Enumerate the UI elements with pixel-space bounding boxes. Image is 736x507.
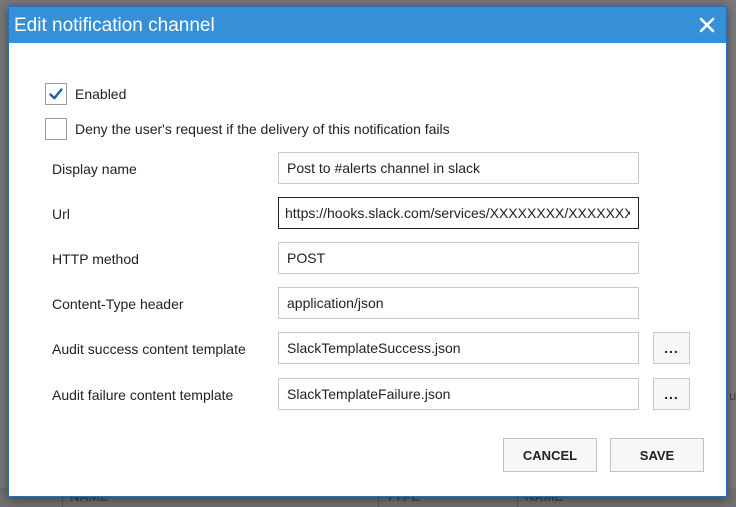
failure-template-label: Audit failure content template [52, 387, 234, 403]
dialog-titlebar: Edit notification channel [9, 7, 726, 43]
checkmark-icon [49, 88, 63, 100]
deny-checkbox-row[interactable]: Deny the user's request if the delivery … [45, 118, 450, 140]
enabled-checkbox[interactable] [45, 83, 67, 105]
url-label: Url [52, 206, 70, 222]
background-text-fragment: u [729, 388, 736, 403]
failure-template-field[interactable] [278, 378, 639, 410]
deny-checkbox[interactable] [45, 118, 67, 140]
url-field[interactable] [278, 197, 639, 229]
background-right-strip [727, 0, 736, 507]
enabled-label: Enabled [75, 86, 127, 102]
success-template-browse-button[interactable]: ... [653, 332, 690, 364]
deny-label: Deny the user's request if the delivery … [75, 121, 450, 137]
success-template-field[interactable] [278, 332, 639, 364]
display-name-label: Display name [52, 161, 137, 177]
http-method-field[interactable] [278, 242, 639, 274]
content-type-label: Content-Type header [52, 296, 184, 312]
close-icon[interactable] [696, 14, 718, 36]
display-name-field[interactable] [278, 152, 639, 184]
edit-notification-dialog: Edit notification channel Enabled Deny t… [8, 6, 727, 497]
enabled-checkbox-row[interactable]: Enabled [45, 83, 126, 105]
failure-template-browse-button[interactable]: ... [653, 378, 690, 410]
cancel-button[interactable]: CANCEL [503, 438, 597, 472]
dialog-title: Edit notification channel [14, 15, 215, 36]
http-method-label: HTTP method [52, 251, 139, 267]
success-template-label: Audit success content template [52, 341, 246, 357]
save-button[interactable]: SAVE [610, 438, 704, 472]
content-type-field[interactable] [278, 287, 639, 319]
